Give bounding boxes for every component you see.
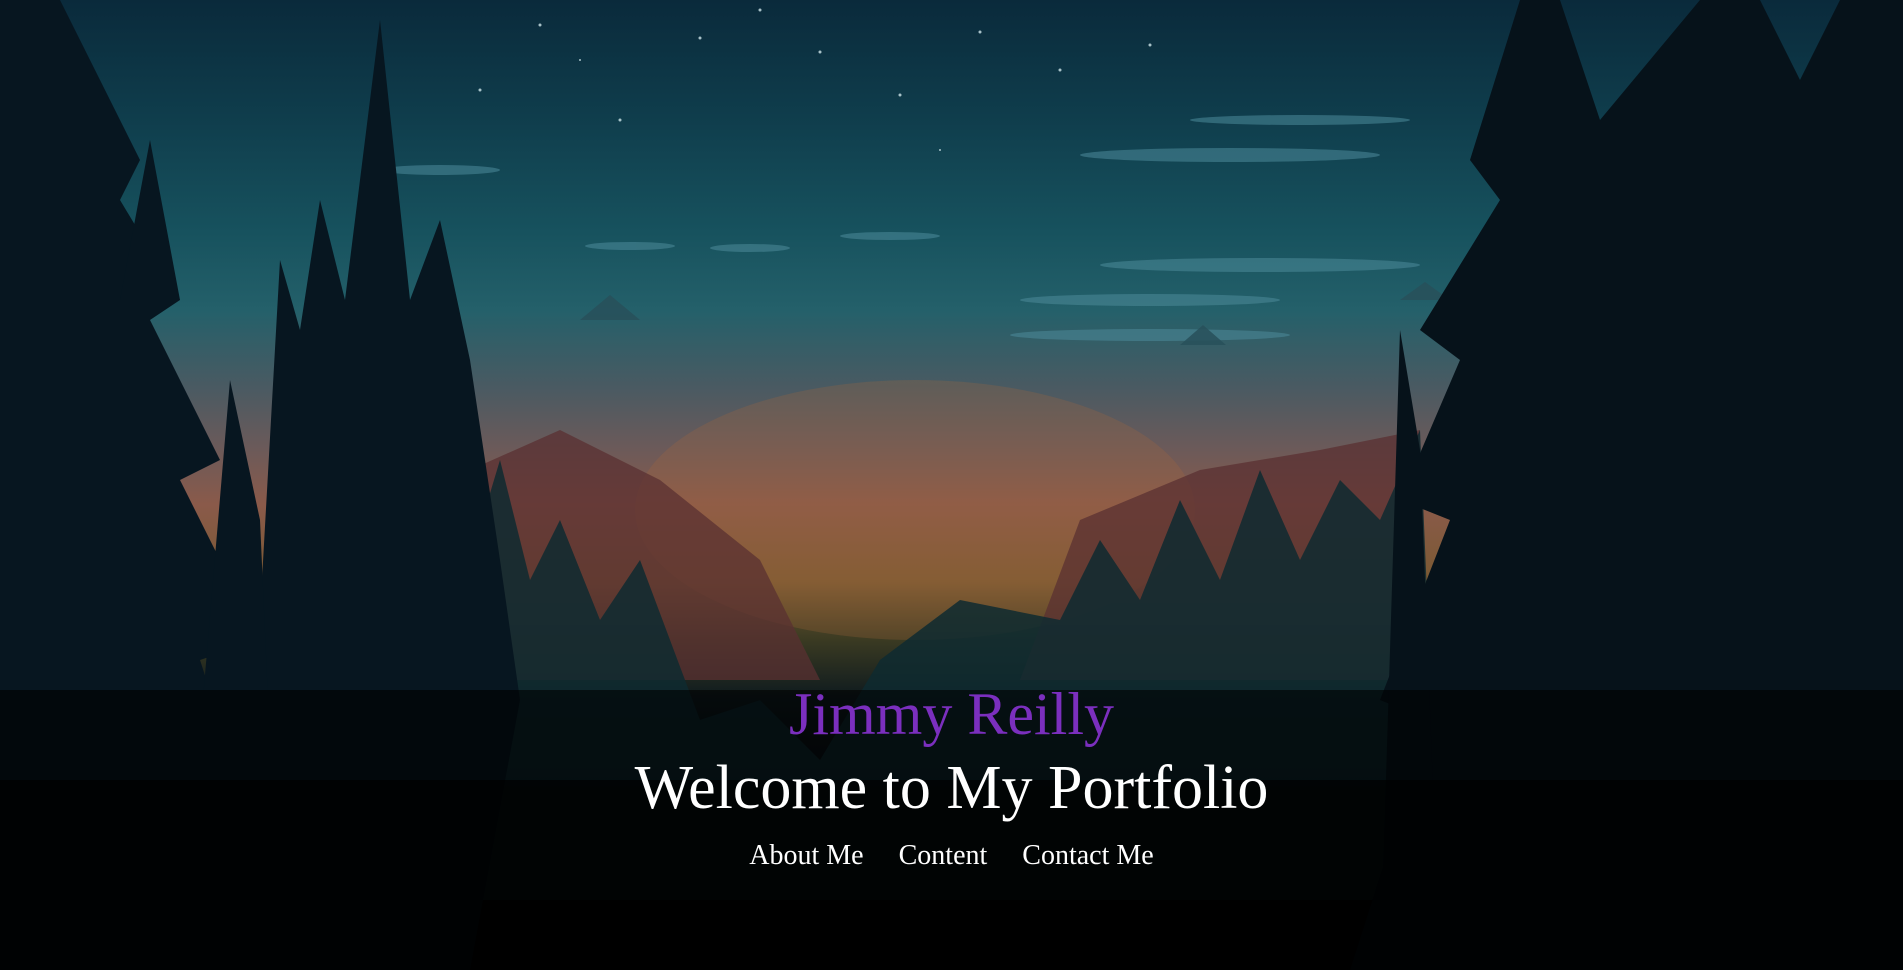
nav-link-content[interactable]: Content [899, 840, 988, 871]
hero-content: Jimmy Reilly Welcome to My Portfolio Abo… [0, 676, 1903, 874]
main-nav: About Me Content Contact Me [0, 838, 1903, 874]
nav-link-about-me[interactable]: About Me [749, 840, 863, 871]
nav-link-contact-me[interactable]: Contact Me [1022, 840, 1153, 871]
owner-name: Jimmy Reilly [788, 681, 1115, 747]
hero-section: Jimmy Reilly Welcome to My Portfolio Abo… [0, 0, 1903, 970]
page-title: Welcome to My Portfolio [634, 754, 1269, 822]
